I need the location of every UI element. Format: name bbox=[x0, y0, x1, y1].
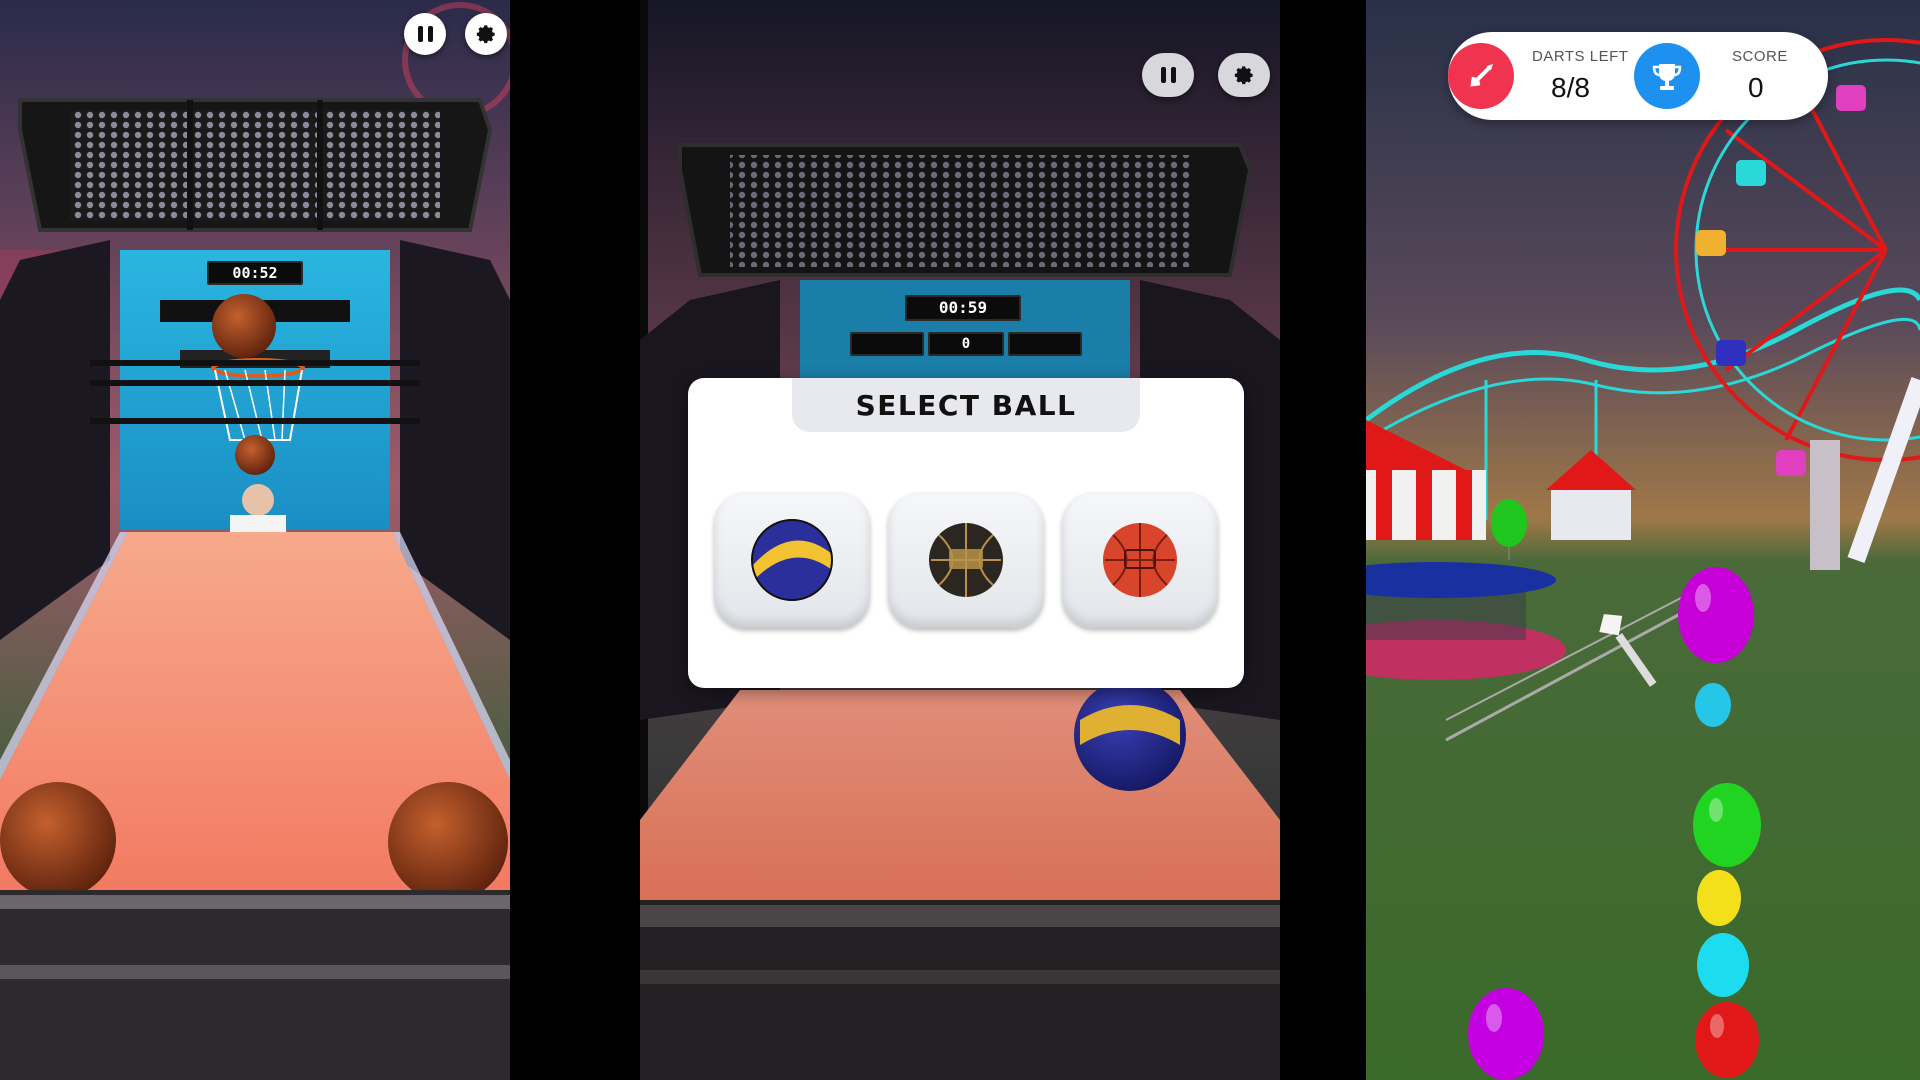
balloon[interactable] bbox=[1678, 567, 1754, 663]
darts-left-label: DARTS LEFT bbox=[1532, 48, 1629, 65]
timer-display: 00:59 bbox=[905, 295, 1021, 321]
ball-option-black-gold[interactable] bbox=[888, 492, 1044, 628]
gear-icon bbox=[1234, 66, 1253, 85]
pause-icon bbox=[1160, 67, 1176, 83]
hud-bar: DARTS LEFT 8/8 SCORE 0 bbox=[1448, 32, 1828, 120]
balloon[interactable] bbox=[1695, 683, 1731, 727]
score-display: 0 bbox=[928, 332, 1004, 356]
score-label: SCORE bbox=[1732, 48, 1788, 65]
balloon[interactable] bbox=[1695, 1002, 1759, 1078]
balloon[interactable] bbox=[1697, 933, 1749, 997]
darts-left-value: 8/8 bbox=[1551, 72, 1590, 103]
select-ball-dialog: SELECT BALL bbox=[688, 378, 1244, 688]
ball-option-orange[interactable] bbox=[1062, 492, 1218, 628]
gear-icon bbox=[476, 25, 495, 44]
basketball-game-panel: 00:52 bbox=[0, 0, 510, 1080]
timer-display: 00:52 bbox=[207, 261, 303, 285]
basketball-icon bbox=[1103, 523, 1177, 597]
trophy-icon bbox=[1634, 43, 1700, 109]
dialog-title: SELECT BALL bbox=[792, 378, 1140, 432]
ball-option-blue-yellow[interactable] bbox=[714, 492, 870, 628]
pause-button[interactable] bbox=[1142, 53, 1194, 97]
balloon-darts-panel: DARTS LEFT 8/8 SCORE 0 bbox=[1366, 0, 1920, 1080]
score-slot-right bbox=[1008, 332, 1082, 356]
settings-button[interactable] bbox=[465, 13, 507, 55]
score-value: 0 bbox=[1748, 72, 1764, 103]
basketball-icon bbox=[929, 523, 1003, 597]
balloon-field bbox=[1468, 499, 1761, 1080]
settings-button[interactable] bbox=[1218, 53, 1270, 97]
balloon[interactable] bbox=[1693, 783, 1761, 867]
score-slot-left bbox=[850, 332, 924, 356]
balloon[interactable] bbox=[1491, 499, 1527, 560]
basketball-icon bbox=[751, 519, 833, 601]
basketball-arcade-scene bbox=[0, 0, 510, 1080]
dart-icon bbox=[1448, 43, 1514, 109]
balloon[interactable] bbox=[1697, 870, 1741, 926]
pause-icon bbox=[417, 26, 433, 42]
select-ball-panel: 00:59 0 SELECT BALL bbox=[640, 0, 1280, 1080]
balloon[interactable] bbox=[1468, 988, 1544, 1080]
pause-button[interactable] bbox=[404, 13, 446, 55]
